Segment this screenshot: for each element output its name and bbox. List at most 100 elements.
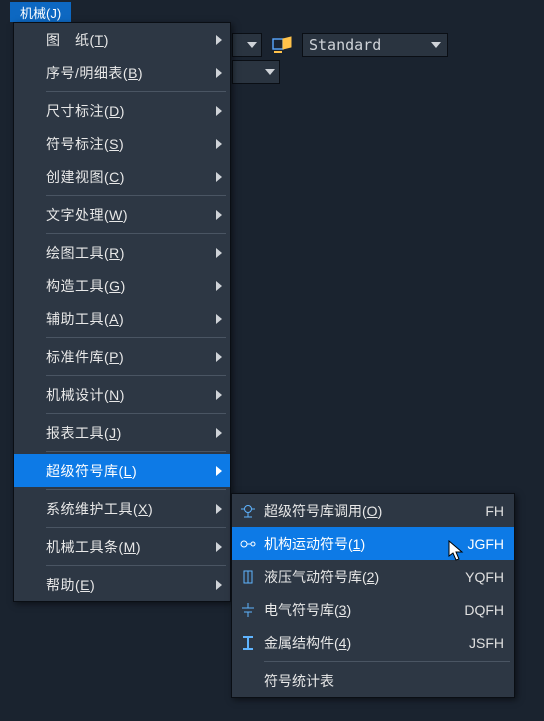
menu-gutter	[14, 454, 46, 487]
menu-item[interactable]: 报表工具(J)	[14, 416, 230, 449]
menu-item-label: 尺寸标注(D)	[46, 101, 214, 121]
menu-gutter	[14, 302, 46, 335]
menu-gutter	[14, 198, 46, 231]
submenu-item[interactable]: 机构运动符号(1) JGFH	[232, 527, 514, 560]
submenu-item[interactable]: 超级符号库调用(O) FH	[232, 494, 514, 527]
submenu-item-label: 液压气动符号库(2)	[264, 567, 457, 587]
menu-item[interactable]: 帮助(E)	[14, 568, 230, 601]
submenu-arrow-icon	[214, 352, 224, 362]
submenu-item-shortcut: JGFH	[467, 536, 504, 552]
menu-gutter	[14, 236, 46, 269]
menu-item[interactable]: 符号标注(S)	[14, 127, 230, 160]
menu-separator	[46, 489, 226, 490]
menu-gutter	[14, 56, 46, 89]
menu-item-label: 文字处理(W)	[46, 205, 214, 225]
menu-gutter	[14, 416, 46, 449]
submenu-arrow-icon	[214, 172, 224, 182]
menu-item-label: 构造工具(G)	[46, 276, 214, 296]
menu-gutter	[14, 340, 46, 373]
menu-gutter	[14, 568, 46, 601]
toolbar-dropdown-2[interactable]	[232, 60, 280, 84]
menu-item-label: 超级符号库(L)	[46, 461, 214, 481]
menu-item-label: 图 纸(T)	[46, 30, 214, 50]
submenu-item-shortcut: FH	[485, 503, 504, 519]
menu-item[interactable]: 序号/明细表(B)	[14, 56, 230, 89]
menu-gutter	[14, 23, 46, 56]
submenu-gutter	[232, 664, 264, 697]
layer-icon	[271, 35, 293, 55]
menu-item[interactable]: 超级符号库(L)	[14, 454, 230, 487]
menu-item-label: 机械设计(N)	[46, 385, 214, 405]
toolbar-dropdown-1[interactable]	[232, 33, 262, 57]
submenu-arrow-icon	[214, 68, 224, 78]
menu-separator	[46, 375, 226, 376]
submenu-item[interactable]: 金属结构件(4) JSFH	[232, 626, 514, 659]
menubar: 机械(J)	[10, 2, 71, 22]
structure-icon	[232, 626, 264, 659]
menu-item-label: 报表工具(J)	[46, 423, 214, 443]
submenu-arrow-icon	[214, 390, 224, 400]
menu-item-label: 序号/明细表(B)	[46, 63, 214, 83]
menu-item[interactable]: 绘图工具(R)	[14, 236, 230, 269]
menu-item[interactable]: 尺寸标注(D)	[14, 94, 230, 127]
submenu-arrow-icon	[214, 210, 224, 220]
menu-separator	[264, 661, 510, 662]
chevron-down-icon	[247, 42, 257, 48]
submenu-item-label: 金属结构件(4)	[264, 633, 461, 653]
submenu-arrow-icon	[214, 106, 224, 116]
submenu-item-label: 机构运动符号(1)	[264, 534, 459, 554]
layer-tool-button[interactable]	[268, 33, 296, 57]
submenu-item[interactable]: 液压气动符号库(2)YQFH	[232, 560, 514, 593]
electrical-icon	[232, 593, 264, 626]
menu-separator	[46, 233, 226, 234]
submenu-arrow-icon	[214, 466, 224, 476]
menu-item[interactable]: 创建视图(C)	[14, 160, 230, 193]
menu-item-label: 机械工具条(M)	[46, 537, 214, 557]
sub-menu: 超级符号库调用(O)FH机构运动符号(1)JGFH液压气动符号库(2)YQFH电…	[231, 493, 515, 698]
menu-gutter	[14, 94, 46, 127]
hydraulic-icon	[232, 560, 264, 593]
symbol-lib-icon	[232, 494, 264, 527]
menu-separator	[46, 91, 226, 92]
menu-item-label: 绘图工具(R)	[46, 243, 214, 263]
menu-item[interactable]: 标准件库(P)	[14, 340, 230, 373]
chevron-down-icon	[265, 69, 275, 75]
submenu-item-label: 超级符号库调用(O)	[264, 501, 477, 521]
menu-item[interactable]: 图 纸(T)	[14, 23, 230, 56]
menu-item-label: 辅助工具(A)	[46, 309, 214, 329]
menu-item[interactable]: 辅助工具(A)	[14, 302, 230, 335]
menu-gutter	[14, 492, 46, 525]
menu-item[interactable]: 系统维护工具(X)	[14, 492, 230, 525]
menu-item-label: 符号标注(S)	[46, 134, 214, 154]
toolbar-row-1: Standard	[232, 33, 448, 57]
menu-gutter	[14, 378, 46, 411]
style-dropdown[interactable]: Standard	[302, 33, 448, 57]
submenu-arrow-icon	[214, 428, 224, 438]
menubar-item-mechanical[interactable]: 机械(J)	[10, 2, 71, 22]
chevron-down-icon	[431, 42, 441, 48]
submenu-arrow-icon	[214, 248, 224, 258]
menu-gutter	[14, 127, 46, 160]
submenu-arrow-icon	[214, 139, 224, 149]
menu-separator	[46, 451, 226, 452]
submenu-arrow-icon	[214, 542, 224, 552]
submenu-item-label: 电气符号库(3)	[264, 600, 456, 620]
menu-item[interactable]: 构造工具(G)	[14, 269, 230, 302]
menu-item[interactable]: 文字处理(W)	[14, 198, 230, 231]
submenu-arrow-icon	[214, 35, 224, 45]
submenu-arrow-icon	[214, 580, 224, 590]
menu-item-label: 帮助(E)	[46, 575, 214, 595]
style-dropdown-label: Standard	[309, 36, 381, 54]
submenu-item[interactable]: 符号统计表	[232, 664, 514, 697]
mechanism-icon	[232, 527, 264, 560]
submenu-arrow-icon	[214, 314, 224, 324]
menu-item[interactable]: 机械设计(N)	[14, 378, 230, 411]
menu-gutter	[14, 530, 46, 563]
submenu-arrow-icon	[214, 504, 224, 514]
submenu-item-shortcut: DQFH	[464, 602, 504, 618]
menu-item[interactable]: 机械工具条(M)	[14, 530, 230, 563]
submenu-item-shortcut: JSFH	[469, 635, 504, 651]
menu-separator	[46, 565, 226, 566]
submenu-item[interactable]: 电气符号库(3) DQFH	[232, 593, 514, 626]
main-menu: 图 纸(T) 序号/明细表(B) 尺寸标注(D) 符号标注(S) 创建视图(C) 文字处理…	[13, 22, 231, 602]
